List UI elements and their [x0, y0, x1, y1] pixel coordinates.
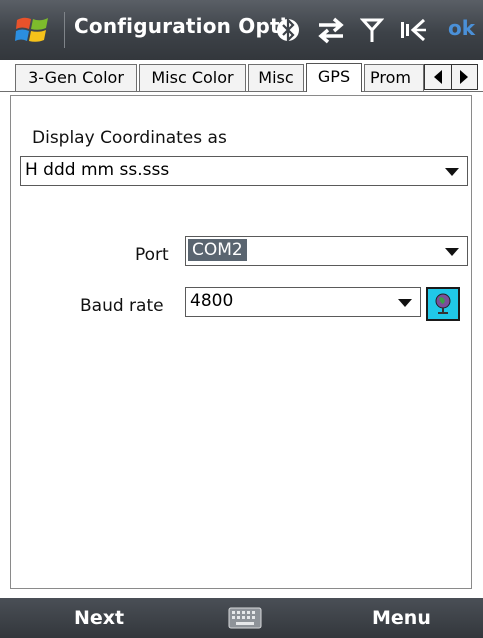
tab-misc-color[interactable]: Misc Color [139, 64, 246, 91]
connectivity-arrows-icon[interactable] [316, 14, 346, 46]
window-title: Configuration Opti [74, 14, 287, 38]
display-coordinates-label: Display Coordinates as [32, 128, 227, 148]
bluetooth-icon[interactable] [276, 14, 300, 46]
gps-settings-panel: Display Coordinates as H ddd mm ss.sss P… [10, 95, 472, 589]
tab-strip: 3-Gen Color Misc Color Misc GPS Prom [0, 60, 483, 95]
display-coordinates-value: H ddd mm ss.sss [25, 160, 170, 180]
title-bar: Configuration Opti ok [0, 0, 483, 60]
soft-key-bar: Next Menu [0, 598, 483, 638]
chevron-down-icon [445, 248, 459, 256]
chevron-down-icon [445, 168, 459, 176]
keyboard-icon[interactable] [228, 607, 262, 629]
tab-gps[interactable]: GPS [306, 63, 362, 92]
baud-rate-label: Baud rate [80, 296, 164, 316]
antenna-signal-icon[interactable] [360, 14, 384, 46]
port-label: Port [135, 245, 169, 265]
tab-scroll-left-icon[interactable] [425, 65, 452, 89]
tab-baseline [0, 91, 483, 92]
baud-rate-value: 4800 [190, 291, 234, 311]
tab-scroll-arrows [424, 64, 478, 90]
tab-prom[interactable]: Prom [364, 64, 424, 91]
tab-scroll-right-icon[interactable] [451, 65, 477, 89]
menu-softkey[interactable]: Menu [372, 607, 431, 629]
port-value: COM2 [188, 239, 247, 261]
gps-search-button[interactable] [426, 287, 460, 321]
port-dropdown[interactable]: COM2 [185, 236, 468, 266]
display-coordinates-dropdown[interactable]: H ddd mm ss.sss [20, 156, 468, 186]
windows-flag-icon[interactable] [14, 12, 52, 48]
baud-rate-dropdown[interactable]: 4800 [185, 287, 421, 317]
ok-button[interactable]: ok [448, 16, 475, 40]
next-softkey[interactable]: Next [74, 607, 124, 629]
tab-3-gen-color[interactable]: 3-Gen Color [15, 64, 137, 91]
title-separator [64, 12, 65, 48]
speaker-muted-icon[interactable] [398, 14, 428, 46]
globe-icon [435, 293, 451, 314]
chevron-down-icon [398, 299, 412, 307]
tab-misc[interactable]: Misc [248, 64, 304, 91]
